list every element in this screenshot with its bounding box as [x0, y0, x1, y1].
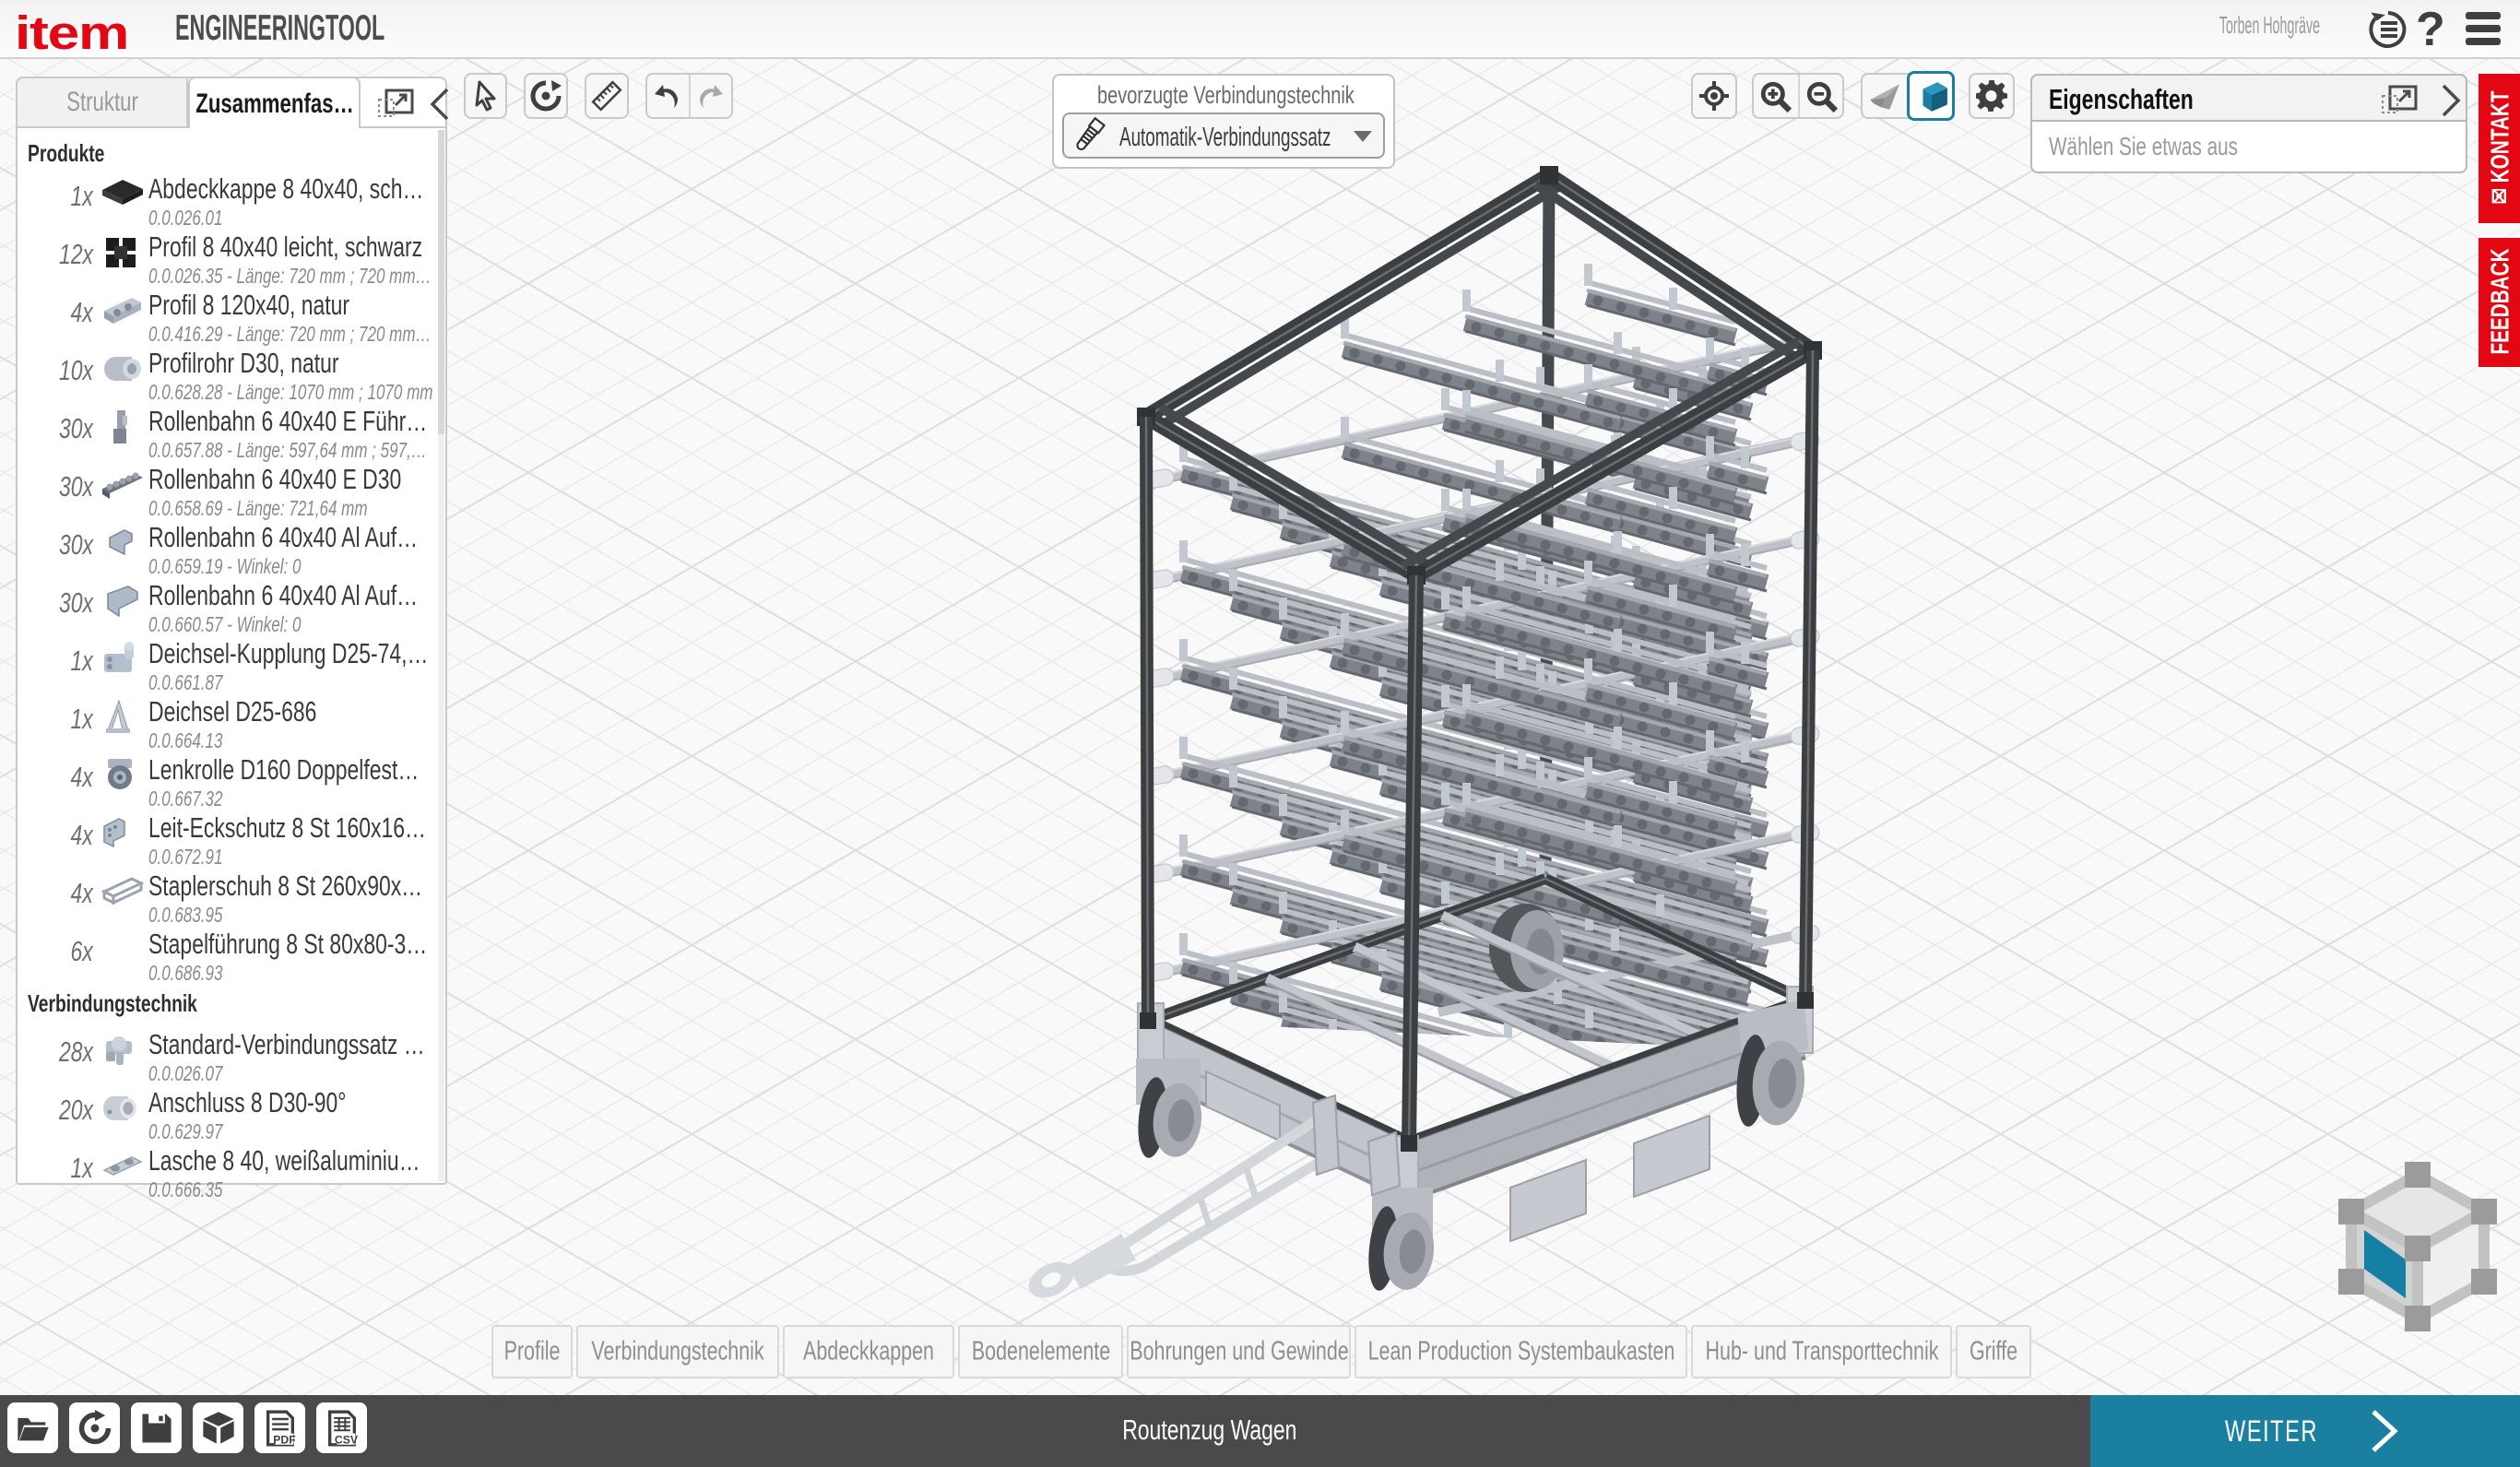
svg-text:PDF: PDF: [273, 1433, 296, 1446]
svg-text:CSV: CSV: [334, 1433, 358, 1446]
